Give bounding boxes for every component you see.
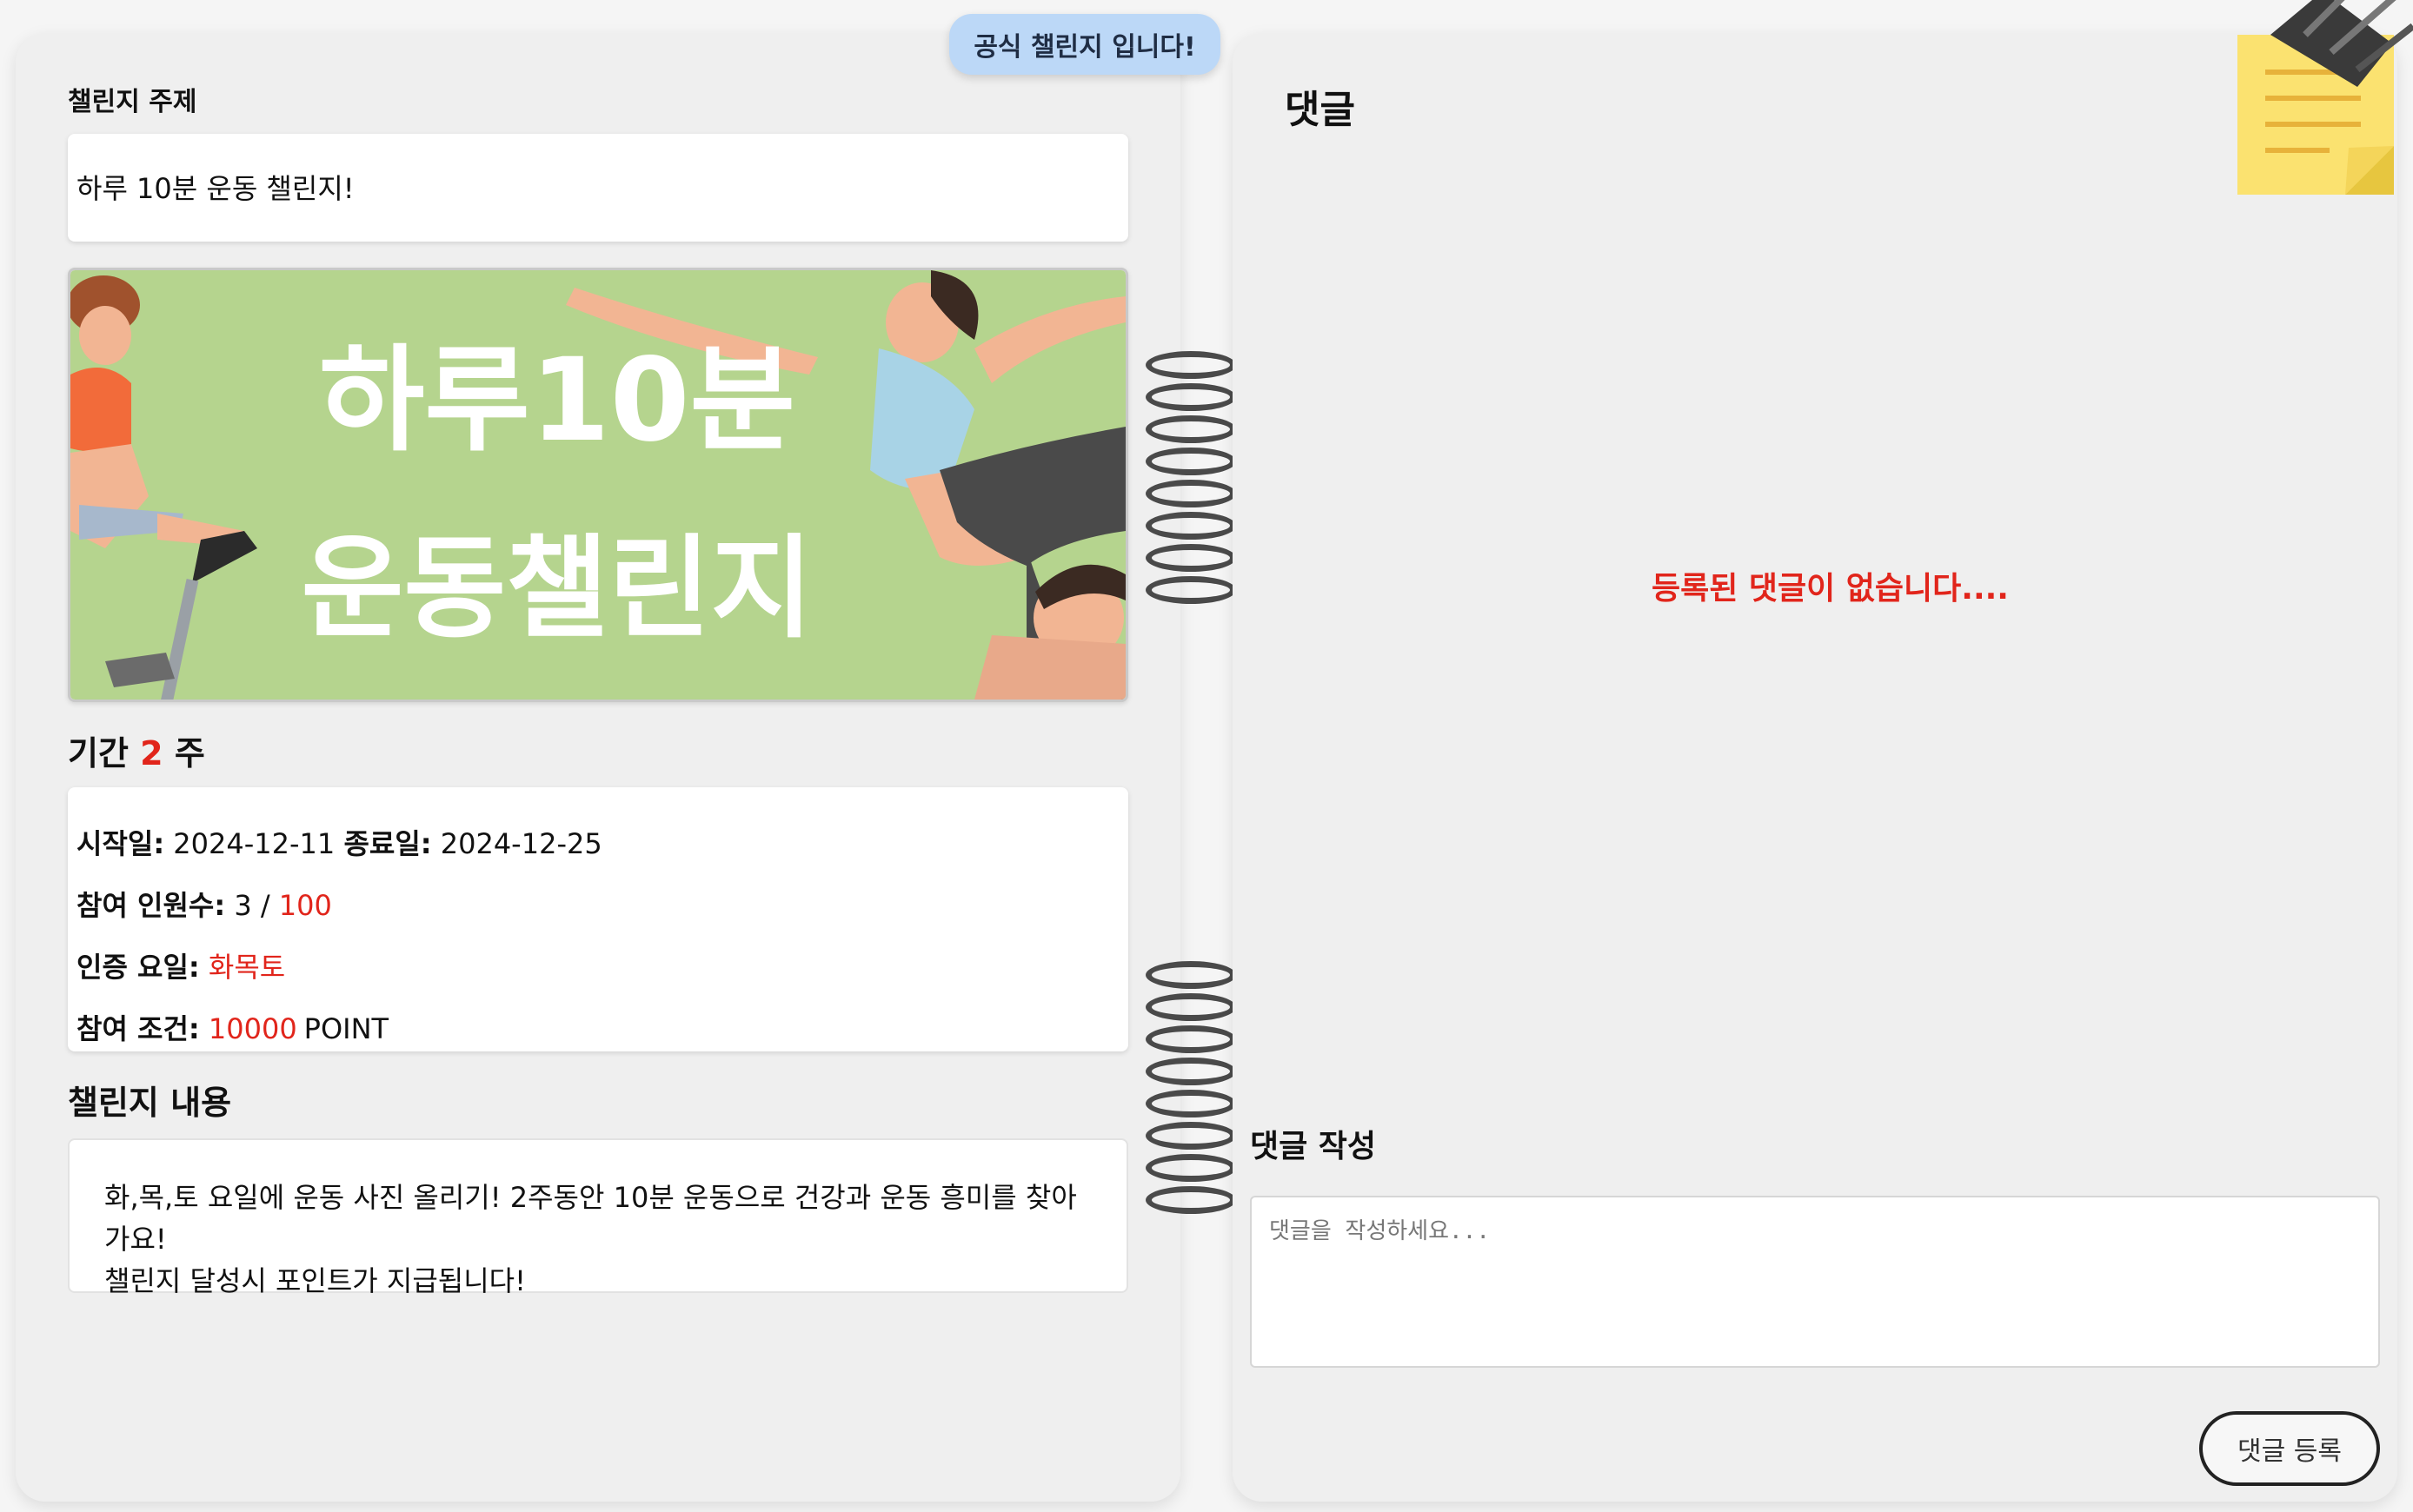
binder-ring-icon <box>1146 383 1236 411</box>
condition-row: 참여 조건: 10000 POINT <box>76 1007 1120 1069</box>
participants-max: 100 <box>278 889 332 922</box>
submit-comment-button[interactable]: 댓글 등록 <box>2199 1411 2380 1486</box>
condition-label: 참여 조건: <box>76 1012 200 1045</box>
empty-comments-message: 등록된 댓글이 없습니다.... <box>1652 571 2009 607</box>
binder-ring-icon <box>1146 961 1236 989</box>
binder-ring-icon <box>1146 1122 1236 1150</box>
topic-text: 하루 10분 운동 챌린지! <box>76 172 355 205</box>
condition-unit: POINT <box>303 1012 389 1045</box>
content-line-1: 화,목,토 요일에 운동 사진 올리기! 2주동안 10분 운동으로 건강과 운… <box>104 1181 1077 1256</box>
binder-rings-bottom <box>1146 961 1241 1218</box>
date-row: 시작일: 2024-12-11 종료일: 2024-12-25 <box>76 822 1120 884</box>
comment-input[interactable] <box>1250 1196 2380 1368</box>
sticky-note-icon <box>2236 0 2413 195</box>
binder-ring-icon <box>1146 512 1236 540</box>
binder-ring-icon <box>1146 1058 1236 1085</box>
binder-rings-top <box>1146 351 1241 608</box>
binder-ring-icon <box>1146 480 1236 507</box>
participants-label: 참여 인원수: <box>76 889 226 922</box>
comments-title: 댓글 <box>1285 88 1355 132</box>
cert-days-value: 화목토 <box>208 951 286 984</box>
binder-ring-icon <box>1146 1025 1236 1053</box>
cert-days-label: 인증 요일: <box>76 951 200 984</box>
binder-ring-icon <box>1146 415 1236 443</box>
write-comment-label: 댓글 작성 <box>1250 1129 1377 1164</box>
challenge-banner-image: 하루10분 운동챌린지 <box>68 268 1128 702</box>
binder-ring-icon <box>1146 544 1236 572</box>
binder-ring-icon <box>1146 1154 1236 1182</box>
start-date-value: 2024-12-11 <box>173 827 336 860</box>
duration-prefix: 기간 <box>68 734 129 773</box>
condition-points: 10000 <box>208 1012 297 1045</box>
banner-title-line2: 운동챌린지 <box>302 524 814 653</box>
banner-title-line1: 하루10분 <box>319 334 795 468</box>
binder-ring-icon <box>1146 1186 1236 1214</box>
challenge-info-box: 시작일: 2024-12-11 종료일: 2024-12-25 참여 인원수: … <box>68 787 1128 1051</box>
end-date-value: 2024-12-25 <box>440 827 602 860</box>
participants-separator: / <box>260 889 270 922</box>
binder-ring-icon <box>1146 448 1236 475</box>
content-heading: 챌린지 내용 <box>68 1084 232 1122</box>
binder-ring-icon <box>1146 1090 1236 1117</box>
binder-ring-icon <box>1146 993 1236 1021</box>
participants-current: 3 <box>234 889 252 922</box>
binder-ring-icon <box>1146 351 1236 379</box>
binder-ring-icon <box>1146 576 1236 604</box>
duration-weeks: 2 <box>140 734 163 773</box>
cert-days-row: 인증 요일: 화목토 <box>76 945 1120 1007</box>
start-date-label: 시작일: <box>76 827 165 860</box>
challenge-content-box: 화,목,토 요일에 운동 사진 올리기! 2주동안 10분 운동으로 건강과 운… <box>68 1138 1128 1297</box>
official-challenge-badge: 공식 챌린지 입니다! <box>949 14 1220 75</box>
topic-box: 하루 10분 운동 챌린지! <box>68 134 1128 242</box>
duration-heading: 기간 2 주 <box>68 726 205 774</box>
content-line-2: 챌린지 달성시 포인트가 지급됩니다! <box>104 1264 526 1297</box>
topic-label: 챌린지 주제 <box>68 87 197 117</box>
participants-row: 참여 인원수: 3 / 100 <box>76 884 1120 945</box>
duration-suffix: 주 <box>174 734 205 773</box>
end-date-label: 종료일: <box>343 827 432 860</box>
